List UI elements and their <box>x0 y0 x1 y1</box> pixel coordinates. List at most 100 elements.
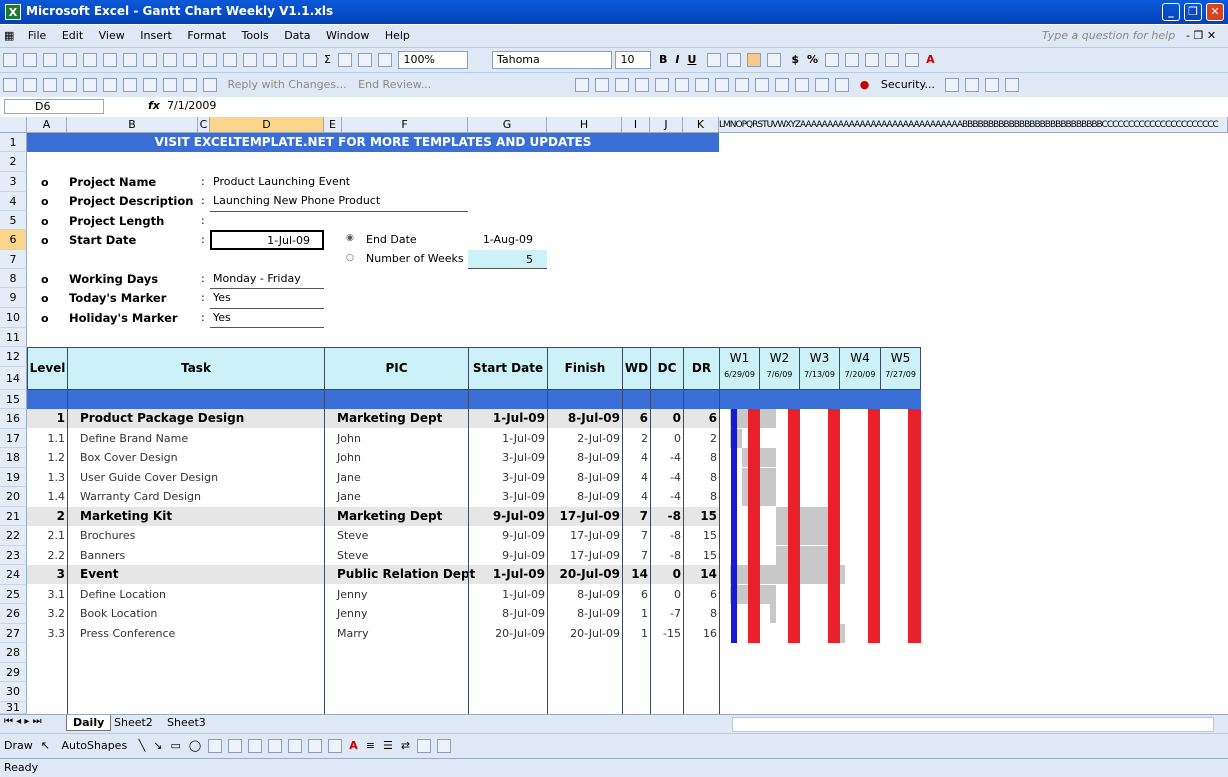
forms-icon-4[interactable] <box>635 78 650 92</box>
vb-icon-1[interactable] <box>945 78 960 92</box>
line-style-icon[interactable]: ≡ <box>366 734 375 758</box>
column-header-d[interactable]: D <box>210 117 324 133</box>
start-date-cell[interactable]: 1-Jul-09 <box>210 230 324 250</box>
week-header[interactable]: W3 7/13/09 <box>799 347 840 390</box>
cell-pic[interactable]: John <box>324 448 468 467</box>
cell-start[interactable]: 1-Jul-09 <box>468 585 547 604</box>
cell-dr[interactable]: 6 <box>683 585 719 604</box>
row-header[interactable]: 5 <box>0 211 27 230</box>
font-color-icon[interactable]: A <box>926 48 935 72</box>
font-select[interactable]: Tahoma <box>491 51 612 69</box>
horizontal-scrollbar[interactable] <box>732 717 1214 732</box>
row-header[interactable]: 8 <box>0 269 27 288</box>
align-center-icon[interactable] <box>726 53 741 67</box>
cell-start[interactable]: 9-Jul-09 <box>468 546 547 565</box>
cell-dr[interactable]: 15 <box>683 507 719 526</box>
close-icon[interactable]: ✕ <box>1206 3 1224 21</box>
cell-dr[interactable]: 2 <box>683 429 719 448</box>
row-header[interactable]: 16 <box>0 409 27 429</box>
research-icon[interactable] <box>163 53 177 67</box>
cell-start[interactable]: 3-Jul-09 <box>468 487 547 506</box>
cell-level[interactable]: 3 <box>27 565 67 584</box>
cell-pic[interactable]: Marketing Dept <box>324 507 468 526</box>
header-dr[interactable]: DR <box>683 347 720 390</box>
header-task[interactable]: Task <box>67 347 325 390</box>
draw-menu[interactable]: Draw <box>4 734 33 758</box>
cell-pic[interactable]: John <box>324 429 468 448</box>
cell-dc[interactable]: -4 <box>650 448 683 467</box>
review-icon-8[interactable] <box>143 78 157 92</box>
cell-dr[interactable]: 14 <box>683 565 719 584</box>
undo-icon[interactable] <box>263 53 277 67</box>
end-date-value[interactable]: 1-Aug-09 <box>468 233 533 246</box>
cell-wd[interactable]: 4 <box>622 487 650 506</box>
select-all-corner[interactable] <box>0 117 27 133</box>
banner[interactable]: VISIT EXCELTEMPLATE.NET FOR MORE TEMPLAT… <box>27 133 719 152</box>
cell-start[interactable]: 1-Jul-09 <box>468 565 547 584</box>
cell-dc[interactable]: -4 <box>650 487 683 506</box>
rectangle-icon[interactable]: ▭ <box>171 734 181 758</box>
cell-start[interactable]: 20-Jul-09 <box>468 624 547 643</box>
cell-dc[interactable]: -15 <box>650 624 683 643</box>
dash-style-icon[interactable]: ☰ <box>383 734 393 758</box>
cell-start[interactable]: 3-Jul-09 <box>468 468 547 487</box>
cell-wd[interactable]: 7 <box>622 507 650 526</box>
print-preview-icon[interactable] <box>123 53 137 67</box>
reply-with-changes-button[interactable]: Reply with Changes... <box>228 73 347 97</box>
redo-icon[interactable] <box>283 53 297 67</box>
cell-pic[interactable]: Jenny <box>324 585 468 604</box>
forms-icon-8[interactable] <box>715 78 730 92</box>
cell-finish[interactable]: 8-Jul-09 <box>547 585 622 604</box>
row-header[interactable]: 9 <box>0 288 27 308</box>
cell-task[interactable]: Marketing Kit <box>67 507 324 526</box>
row-header[interactable]: 20 <box>0 487 27 507</box>
project-description-value[interactable]: Launching New Phone Product <box>213 194 380 207</box>
copy-icon[interactable] <box>203 53 217 67</box>
row-header[interactable]: 3 <box>0 172 27 192</box>
forms-icon-9[interactable] <box>735 78 750 92</box>
cell-pic[interactable]: Jane <box>324 468 468 487</box>
cut-icon[interactable] <box>183 53 197 67</box>
row-header[interactable]: 23 <box>0 546 27 565</box>
align-right-icon[interactable] <box>746 53 761 67</box>
review-icon-4[interactable] <box>63 78 77 92</box>
cell-dc[interactable]: 0 <box>650 585 683 604</box>
working-days-value[interactable]: Monday - Friday <box>213 272 301 285</box>
italic-button[interactable]: I <box>675 48 679 72</box>
cell-finish[interactable]: 8-Jul-09 <box>547 487 622 506</box>
line-color-icon[interactable] <box>328 739 343 753</box>
column-header-i[interactable]: I <box>622 117 650 133</box>
3d-icon[interactable] <box>437 739 452 753</box>
cell-dr[interactable]: 15 <box>683 526 719 545</box>
row-header[interactable]: 18 <box>0 448 27 468</box>
underline-button[interactable]: U <box>687 48 696 72</box>
header-dc[interactable]: DC <box>650 347 684 390</box>
cell-task[interactable]: Warranty Card Design <box>67 487 324 506</box>
tab-scroll-buttons[interactable]: ⏮ ◂ ▸ ⏭ <box>4 716 42 727</box>
header-start-date[interactable]: Start Date <box>468 347 548 390</box>
cell-task[interactable]: Brochures <box>67 526 324 545</box>
end-date-radio[interactable]: ◉ <box>346 233 354 243</box>
forms-icon-13[interactable] <box>815 78 830 92</box>
arrow-style-icon[interactable]: ⇄ <box>401 734 410 758</box>
forms-icon-6[interactable] <box>675 78 690 92</box>
menu-tools[interactable]: Tools <box>236 25 275 47</box>
workbook-icon[interactable]: ▦ <box>0 25 18 47</box>
menu-view[interactable]: View <box>93 25 131 47</box>
column-header-e[interactable]: E <box>324 117 342 133</box>
review-icon-9[interactable] <box>163 78 177 92</box>
row-header[interactable]: 22 <box>0 526 27 546</box>
cell-start[interactable]: 8-Jul-09 <box>468 604 547 623</box>
cell-pic[interactable]: Jenny <box>324 604 468 623</box>
cell-finish[interactable]: 8-Jul-09 <box>547 604 622 623</box>
font-color-draw-icon[interactable]: A <box>349 734 358 758</box>
cell-finish[interactable]: 17-Jul-09 <box>547 507 622 526</box>
fill-icon[interactable] <box>308 739 323 753</box>
column-header-f[interactable]: F <box>342 117 468 133</box>
row-header[interactable]: 31 <box>0 702 27 714</box>
save-icon[interactable] <box>43 53 57 67</box>
cell-level[interactable]: 2 <box>27 507 67 526</box>
row-header[interactable]: 15 <box>0 390 27 409</box>
cell-dc[interactable]: -8 <box>650 546 683 565</box>
cell-dr[interactable]: 8 <box>683 448 719 467</box>
